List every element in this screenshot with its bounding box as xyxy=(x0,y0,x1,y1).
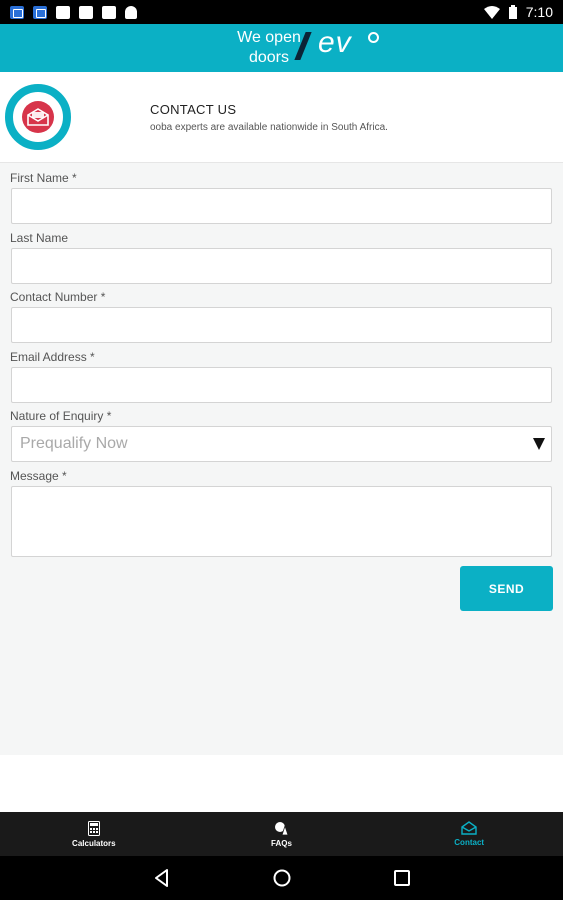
message-field[interactable] xyxy=(11,486,552,557)
page-title: CONTACT US xyxy=(150,102,237,117)
message-notification-icon-2 xyxy=(102,5,116,19)
contact-number-label: Contact Number * xyxy=(10,290,106,304)
system-nav-bar xyxy=(0,856,563,900)
faq-icon xyxy=(274,821,289,835)
contact-badge xyxy=(5,84,71,150)
android-notification-icon xyxy=(125,5,137,19)
tab-label-faqs: FAQs xyxy=(271,838,292,848)
tab-calculators[interactable]: Calculators xyxy=(0,812,188,856)
status-indicators: 7:10 xyxy=(483,4,553,20)
message-label: Message * xyxy=(10,469,67,483)
contact-number-field[interactable] xyxy=(11,307,552,343)
first-name-field[interactable] xyxy=(11,188,552,224)
bottom-tab-bar: Calculators FAQs Contact xyxy=(0,812,563,856)
brand-logo: ev xyxy=(318,26,352,59)
tagline-line-1: We open xyxy=(237,29,301,46)
back-icon[interactable] xyxy=(152,868,172,888)
calculator-icon xyxy=(87,820,100,836)
email-field[interactable] xyxy=(11,367,552,403)
recents-icon[interactable] xyxy=(392,868,412,888)
home-icon[interactable] xyxy=(272,868,292,888)
first-name-label: First Name * xyxy=(10,171,77,185)
tab-faqs[interactable]: FAQs xyxy=(188,812,376,856)
status-time: 7:10 xyxy=(525,4,553,20)
wifi-icon xyxy=(483,5,500,19)
enquiry-label: Nature of Enquiry * xyxy=(10,409,112,423)
dropbox-notification-icon xyxy=(10,5,24,19)
last-name-field[interactable] xyxy=(11,248,552,284)
last-name-label: Last Name xyxy=(10,231,69,245)
tab-label-calculators: Calculators xyxy=(72,838,116,848)
brand-logo-circle xyxy=(368,32,379,43)
enquiry-selected-value: Prequalify Now xyxy=(20,435,128,452)
notification-icons xyxy=(10,5,137,19)
battery-icon xyxy=(508,5,517,19)
dropdown-arrow-icon xyxy=(533,438,545,450)
contact-intro: CONTACT US ooba experts are available na… xyxy=(0,72,563,162)
tab-contact[interactable]: Contact xyxy=(375,812,563,856)
envelope-icon xyxy=(22,101,54,133)
send-button[interactable]: SEND xyxy=(460,566,553,611)
dropbox-notification-icon-2 xyxy=(33,5,47,19)
page-subtitle: ooba experts are available nationwide in… xyxy=(150,122,388,133)
brand-tagline: We open doors xyxy=(229,28,309,68)
contact-envelope-icon xyxy=(461,821,477,835)
app-header: We open doors ev xyxy=(0,24,563,72)
enquiry-select[interactable]: Prequalify Now xyxy=(11,426,552,462)
status-bar: 7:10 xyxy=(0,0,563,24)
tab-label-contact: Contact xyxy=(454,838,485,847)
contact-form: First Name * Last Name Contact Number * … xyxy=(0,162,563,755)
message-notification-icon xyxy=(79,5,93,19)
email-label: Email Address * xyxy=(10,350,95,364)
gmail-notification-icon xyxy=(56,5,70,19)
